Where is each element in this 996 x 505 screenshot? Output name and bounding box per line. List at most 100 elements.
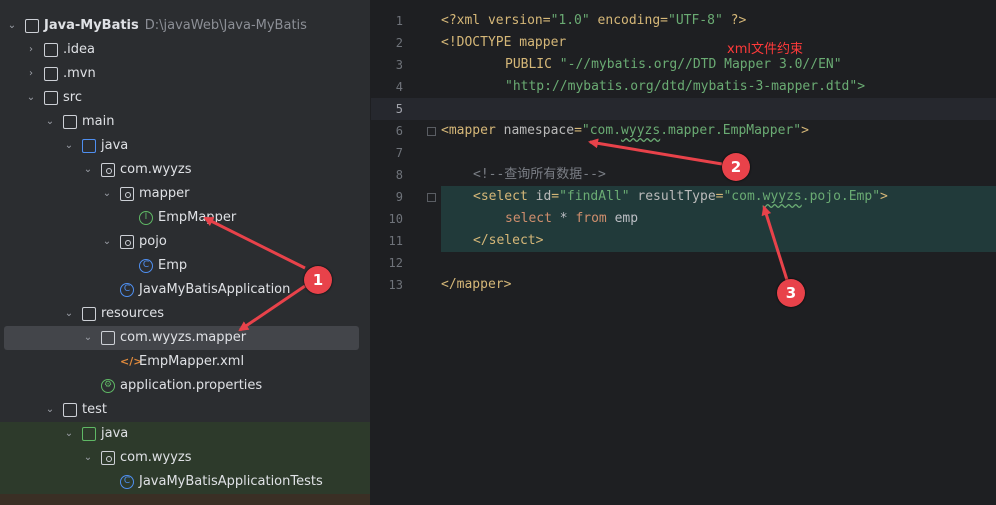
- chevron-right-icon[interactable]: ›: [25, 62, 37, 86]
- current-line-highlight: [371, 98, 996, 120]
- line-number: 8: [395, 168, 403, 182]
- tree-label: java: [101, 138, 129, 153]
- tree-item-resources[interactable]: ⌄ resources: [0, 302, 370, 326]
- tree-label: resources: [101, 306, 165, 321]
- line-number: 11: [388, 234, 403, 248]
- line-number: 6: [395, 124, 403, 138]
- line-number: 3: [395, 58, 403, 72]
- tree-label: application.properties: [120, 378, 263, 393]
- chevron-down-icon[interactable]: ⌄: [63, 134, 75, 158]
- code-line-3: PUBLIC "-//mybatis.org//DTD Mapper 3.0//…: [505, 57, 842, 72]
- tree-item-empmapper[interactable]: I EmpMapper: [0, 206, 370, 230]
- code-line-4: "http://mybatis.org/dtd/mybatis-3-mapper…: [505, 79, 866, 94]
- xml-file-icon: </>: [120, 355, 143, 368]
- tree-label: JavaMyBatisApplicationTests: [139, 474, 323, 489]
- line-number-current: 5: [395, 102, 403, 116]
- package-icon: [101, 451, 115, 465]
- tree-label: com.wyyzs.mapper: [120, 330, 247, 345]
- tree-root-java-mybatis[interactable]: ⌄ Java-MyBatis D:\javaWeb\Java-MyBatis: [0, 14, 370, 38]
- code-line-1: <?xml version="1.0" encoding="UTF-8" ?>: [441, 13, 747, 28]
- folder-icon: [63, 115, 77, 129]
- tree-item-test[interactable]: ⌄ test: [0, 398, 370, 422]
- tree-label: EmpMapper: [158, 210, 237, 225]
- chevron-down-icon[interactable]: ⌄: [63, 302, 75, 326]
- code-line-2: <!DOCTYPE mapper: [441, 35, 567, 50]
- tree-item-empmapper-xml[interactable]: </> EmpMapper.xml: [0, 350, 370, 374]
- line-number: 4: [395, 80, 403, 94]
- tree-label: src: [63, 90, 82, 105]
- chevron-right-icon[interactable]: ›: [25, 38, 37, 62]
- line-number: 7: [395, 146, 403, 160]
- tree-label: Emp: [158, 258, 188, 273]
- line-number: 12: [388, 256, 403, 270]
- test-folder-icon: [82, 427, 96, 441]
- line-number: 10: [388, 212, 403, 226]
- tree-item-pojo[interactable]: ⌄ pojo: [0, 230, 370, 254]
- folder-icon: [44, 43, 58, 57]
- tree-label: JavaMyBatisApplication: [139, 282, 291, 297]
- code-editor[interactable]: 1 2 3 4 5 6 7 8 9 10 11 12 13 <?xml vers…: [371, 0, 996, 505]
- chevron-down-icon[interactable]: ⌄: [82, 326, 94, 350]
- badge-2: 2: [722, 153, 750, 181]
- code-line-6: <mapper namespace="com.wyyzs.mapper.EmpM…: [441, 123, 809, 138]
- code-line-13: </mapper>: [441, 277, 512, 292]
- fold-icon[interactable]: [427, 127, 436, 136]
- chevron-down-icon[interactable]: ⌄: [6, 14, 18, 38]
- tree-item-java[interactable]: ⌄ java: [0, 134, 370, 158]
- tree-item-test-com-wyyzs[interactable]: ⌄ com.wyyzs: [0, 446, 370, 470]
- folder-icon: [44, 67, 58, 81]
- chevron-down-icon[interactable]: ⌄: [63, 422, 75, 446]
- badge-3: 3: [777, 279, 805, 307]
- folder-icon: [44, 91, 58, 105]
- tree-item-idea[interactable]: › .idea: [0, 38, 370, 62]
- tree-label: com.wyyzs: [120, 162, 192, 177]
- tree-row-partial: [0, 494, 370, 505]
- interface-icon: I: [139, 211, 153, 225]
- line-number: 2: [395, 36, 403, 50]
- tree-label: mapper: [139, 186, 190, 201]
- tree-label: EmpMapper.xml: [139, 354, 245, 369]
- tree-item-mvn[interactable]: › .mvn: [0, 62, 370, 86]
- tree-item-src[interactable]: ⌄ src: [0, 86, 370, 110]
- tree-item-application-properties[interactable]: ⚙ application.properties: [0, 374, 370, 398]
- package-icon: [120, 187, 134, 201]
- tree-label: pojo: [139, 234, 167, 249]
- tree-label: java: [101, 426, 129, 441]
- tree-label: test: [82, 402, 107, 417]
- tree-item-main[interactable]: ⌄ main: [0, 110, 370, 134]
- folder-icon: [101, 331, 115, 345]
- code-line-10: select * from emp: [505, 211, 639, 226]
- tree-item-test-java[interactable]: ⌄ java: [0, 422, 370, 446]
- chevron-down-icon[interactable]: ⌄: [82, 158, 94, 182]
- properties-file-icon: ⚙: [101, 379, 115, 393]
- line-number: 13: [388, 278, 403, 292]
- tree-item-javamybatisapplicationtests[interactable]: C JavaMyBatisApplicationTests: [0, 470, 370, 494]
- project-path: D:\javaWeb\Java-MyBatis: [144, 18, 307, 33]
- test-class-icon: C: [120, 475, 134, 489]
- code-line-11: </select>: [473, 233, 544, 248]
- spring-class-icon: C: [120, 283, 134, 297]
- project-tree: ⌄ Java-MyBatis D:\javaWeb\Java-MyBatis › …: [0, 0, 370, 505]
- tree-label: .idea: [63, 42, 95, 57]
- project-name: Java-MyBatis: [44, 18, 139, 33]
- folder-icon: [25, 19, 39, 33]
- line-number: 1: [395, 14, 403, 28]
- chevron-down-icon[interactable]: ⌄: [101, 230, 113, 254]
- tree-item-com-wyyzs[interactable]: ⌄ com.wyyzs: [0, 158, 370, 182]
- tree-item-com-wyyzs-mapper[interactable]: ⌄ com.wyyzs.mapper: [4, 326, 359, 350]
- tree-item-mapper[interactable]: ⌄ mapper: [0, 182, 370, 206]
- fold-icon[interactable]: [427, 193, 436, 202]
- resources-folder-icon: [82, 307, 96, 321]
- source-folder-icon: [82, 139, 96, 153]
- tree-label: .mvn: [63, 66, 96, 81]
- chevron-down-icon[interactable]: ⌄: [25, 86, 37, 110]
- badge-1: 1: [304, 266, 332, 294]
- chevron-down-icon[interactable]: ⌄: [101, 182, 113, 206]
- tree-label: main: [82, 114, 115, 129]
- chevron-down-icon[interactable]: ⌄: [82, 446, 94, 470]
- code-line-9: <select id="findAll" resultType="com.wyy…: [473, 189, 888, 204]
- class-icon: C: [139, 259, 153, 273]
- code-line-8: <!--查询所有数据-->: [473, 167, 606, 182]
- chevron-down-icon[interactable]: ⌄: [44, 398, 56, 422]
- chevron-down-icon[interactable]: ⌄: [44, 110, 56, 134]
